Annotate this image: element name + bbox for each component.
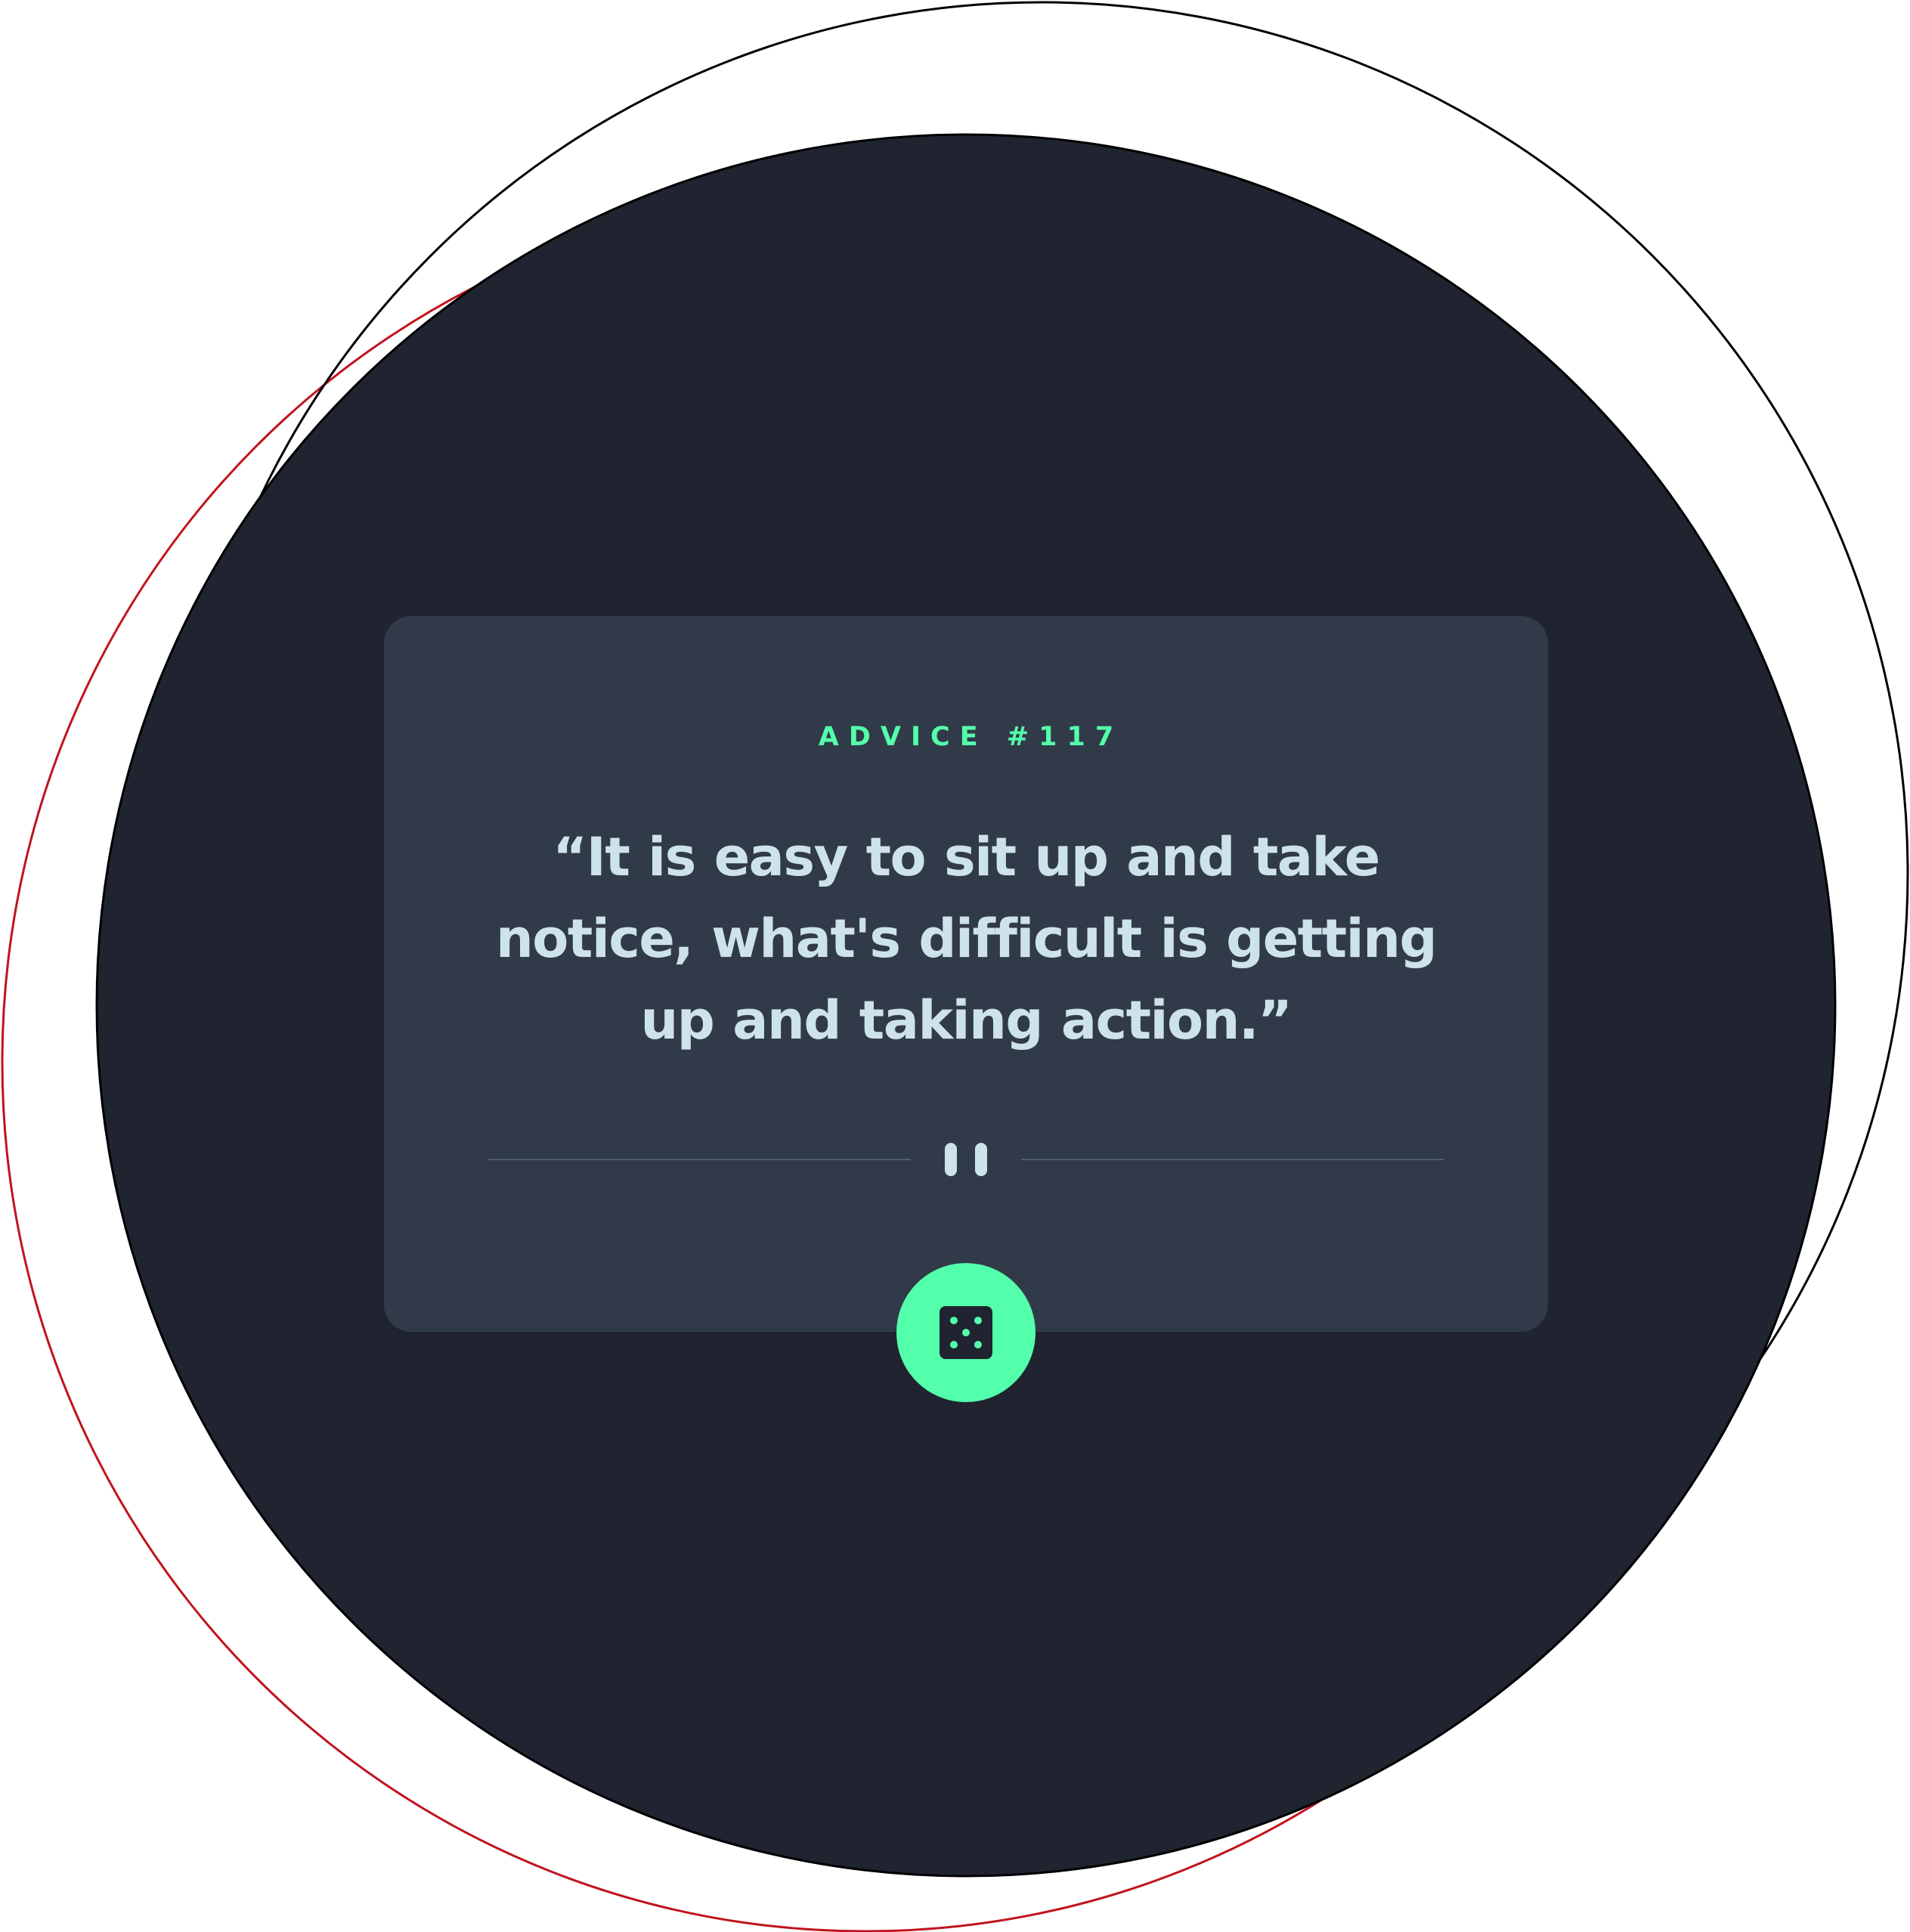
dice-icon [940, 1306, 992, 1359]
new-advice-button[interactable] [896, 1263, 1035, 1402]
page: ADVICE #117 “It is easy to sit up and ta… [0, 0, 1910, 1932]
advice-card: ADVICE #117 “It is easy to sit up and ta… [384, 616, 1548, 1332]
pause-bar-right [975, 1143, 987, 1176]
divider [488, 1143, 1444, 1176]
pause-icon [945, 1143, 987, 1176]
pause-bar-left [945, 1143, 957, 1176]
advice-quote: “It is easy to sit up and take notice, w… [495, 826, 1438, 1051]
divider-line-left [488, 1159, 911, 1160]
divider-line-right [1021, 1159, 1444, 1160]
advice-id-label: ADVICE #117 [818, 722, 1124, 752]
